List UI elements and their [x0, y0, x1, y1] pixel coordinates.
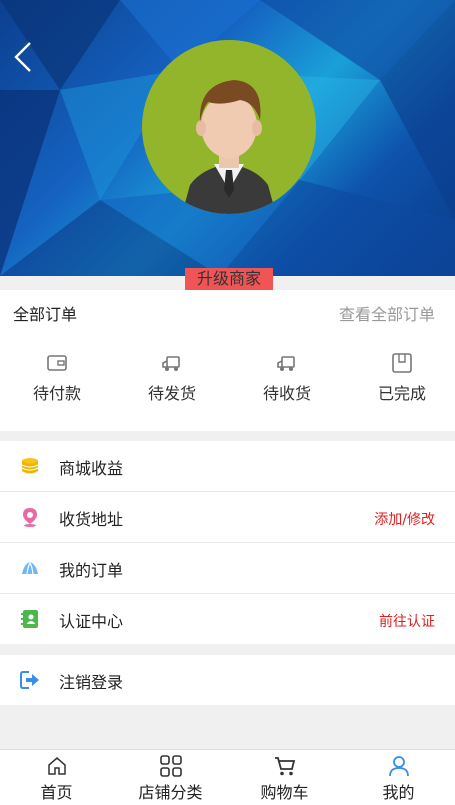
truck-icon — [162, 356, 180, 371]
back-arrow-icon[interactable] — [10, 40, 38, 74]
wallet-icon — [47, 355, 67, 371]
tab-my-profile[interactable]: 我的 — [342, 750, 455, 805]
menu-item-label: 收货地址 — [59, 510, 124, 529]
id-card-icon — [21, 610, 38, 628]
view-all-orders-link[interactable]: 查看全部订单 — [339, 301, 435, 325]
truck-icon — [277, 356, 295, 371]
orders-icon — [22, 561, 38, 575]
tab-label: 首页 — [40, 783, 73, 802]
tab-label: 店铺分类 — [138, 783, 203, 802]
status-label: 待发货 — [147, 384, 196, 403]
user-icon — [388, 756, 409, 777]
status-label: 待收货 — [262, 384, 311, 403]
location-pin-icon — [23, 508, 37, 527]
add-edit-address-link[interactable]: 添加/修改 — [374, 509, 435, 529]
menu-item-verification-center[interactable]: 认证中心 前往认证 — [0, 594, 455, 644]
upgrade-merchant-button[interactable]: 升级商家 — [185, 268, 273, 290]
home-icon — [47, 757, 66, 775]
orders-section: 全部订单 查看全部订单 待付款 待发货 待收货 已完成 — [0, 290, 455, 431]
menu-item-mall-earnings[interactable]: 商城收益 — [0, 441, 455, 492]
status-label: 已完成 — [377, 384, 426, 403]
go-verify-link[interactable]: 前往认证 — [379, 611, 435, 631]
profile-header — [0, 0, 455, 276]
avatar[interactable] — [142, 40, 316, 214]
tab-cart[interactable]: 购物车 — [228, 750, 341, 805]
cart-icon — [274, 757, 295, 776]
logout-button[interactable]: 注销登录 — [0, 655, 455, 705]
menu-item-label: 商城收益 — [59, 459, 124, 478]
tab-label: 我的 — [382, 783, 415, 802]
all-orders-title: 全部订单 — [13, 305, 78, 324]
menu-item-shipping-address[interactable]: 收货地址 添加/修改 — [0, 492, 455, 543]
box-icon — [392, 353, 412, 373]
tab-home[interactable]: 首页 — [0, 750, 113, 805]
menu-list: 商城收益 收货地址 添加/修改 我的订单 认证中心 前往认证 — [0, 441, 455, 644]
logout-section: 注销登录 — [0, 655, 455, 705]
menu-item-my-orders[interactable]: 我的订单 — [0, 543, 455, 594]
status-pending-receipt[interactable]: 待收货 — [242, 352, 332, 404]
logout-icon — [20, 671, 39, 689]
menu-item-label: 我的订单 — [59, 561, 124, 580]
status-pending-shipment[interactable]: 待发货 — [127, 352, 217, 404]
logout-label: 注销登录 — [59, 673, 124, 692]
status-pending-payment[interactable]: 待付款 — [12, 352, 102, 404]
status-completed[interactable]: 已完成 — [357, 352, 447, 404]
avatar-illustration — [142, 40, 316, 214]
grid-icon — [159, 755, 182, 777]
coins-icon — [21, 458, 39, 474]
tab-label: 购物车 — [260, 783, 309, 802]
status-label: 待付款 — [32, 384, 81, 403]
bottom-tab-bar: 首页 店铺分类 购物车 我的 — [0, 749, 455, 805]
tab-shop-categories[interactable]: 店铺分类 — [114, 750, 227, 805]
menu-item-label: 认证中心 — [59, 612, 124, 631]
